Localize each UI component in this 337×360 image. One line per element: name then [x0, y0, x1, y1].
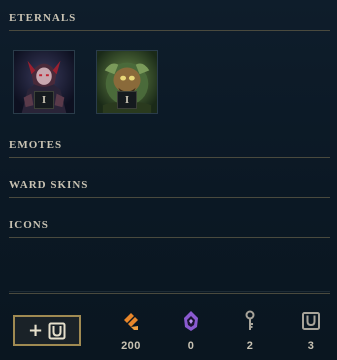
eternals-section: ETERNALS	[9, 11, 330, 31]
divider	[9, 157, 330, 158]
footer-divider-shadow	[9, 291, 330, 292]
orange-essence-value: 200	[121, 340, 141, 352]
divider	[9, 197, 330, 198]
chest-currency: 3	[291, 310, 331, 352]
divider	[9, 30, 330, 31]
eternal-level-badge: I	[117, 91, 137, 109]
footer-divider	[9, 293, 330, 294]
emotes-title: EMOTES	[9, 139, 63, 151]
chest-icon	[48, 322, 66, 339]
chest-value: 3	[307, 340, 315, 352]
icons-section: ICONS	[9, 218, 330, 238]
add-chest-button[interactable]: +	[13, 315, 81, 346]
key-currency: 2	[230, 310, 270, 352]
eternal-card[interactable]: I	[13, 50, 75, 114]
mythic-essence-currency: 0	[171, 310, 211, 352]
emotes-section: EMOTES	[9, 138, 330, 158]
icons-title: ICONS	[9, 219, 49, 231]
eternal-card[interactable]: I	[96, 50, 158, 114]
ward-skins-title: WARD SKINS	[9, 179, 89, 191]
eternals-title: ETERNALS	[9, 12, 77, 24]
eternal-level-badge: I	[34, 91, 54, 109]
chest-icon	[302, 312, 320, 330]
ward-skins-section: WARD SKINS	[9, 178, 330, 198]
plus-icon: +	[27, 319, 44, 341]
mythic-essence-value: 0	[187, 340, 195, 352]
orange-essence-currency: 200	[111, 310, 151, 352]
divider	[9, 237, 330, 238]
orange-essence-icon	[124, 313, 138, 330]
mythic-essence-icon	[184, 311, 198, 331]
key-icon	[245, 310, 255, 330]
key-value: 2	[246, 340, 254, 352]
